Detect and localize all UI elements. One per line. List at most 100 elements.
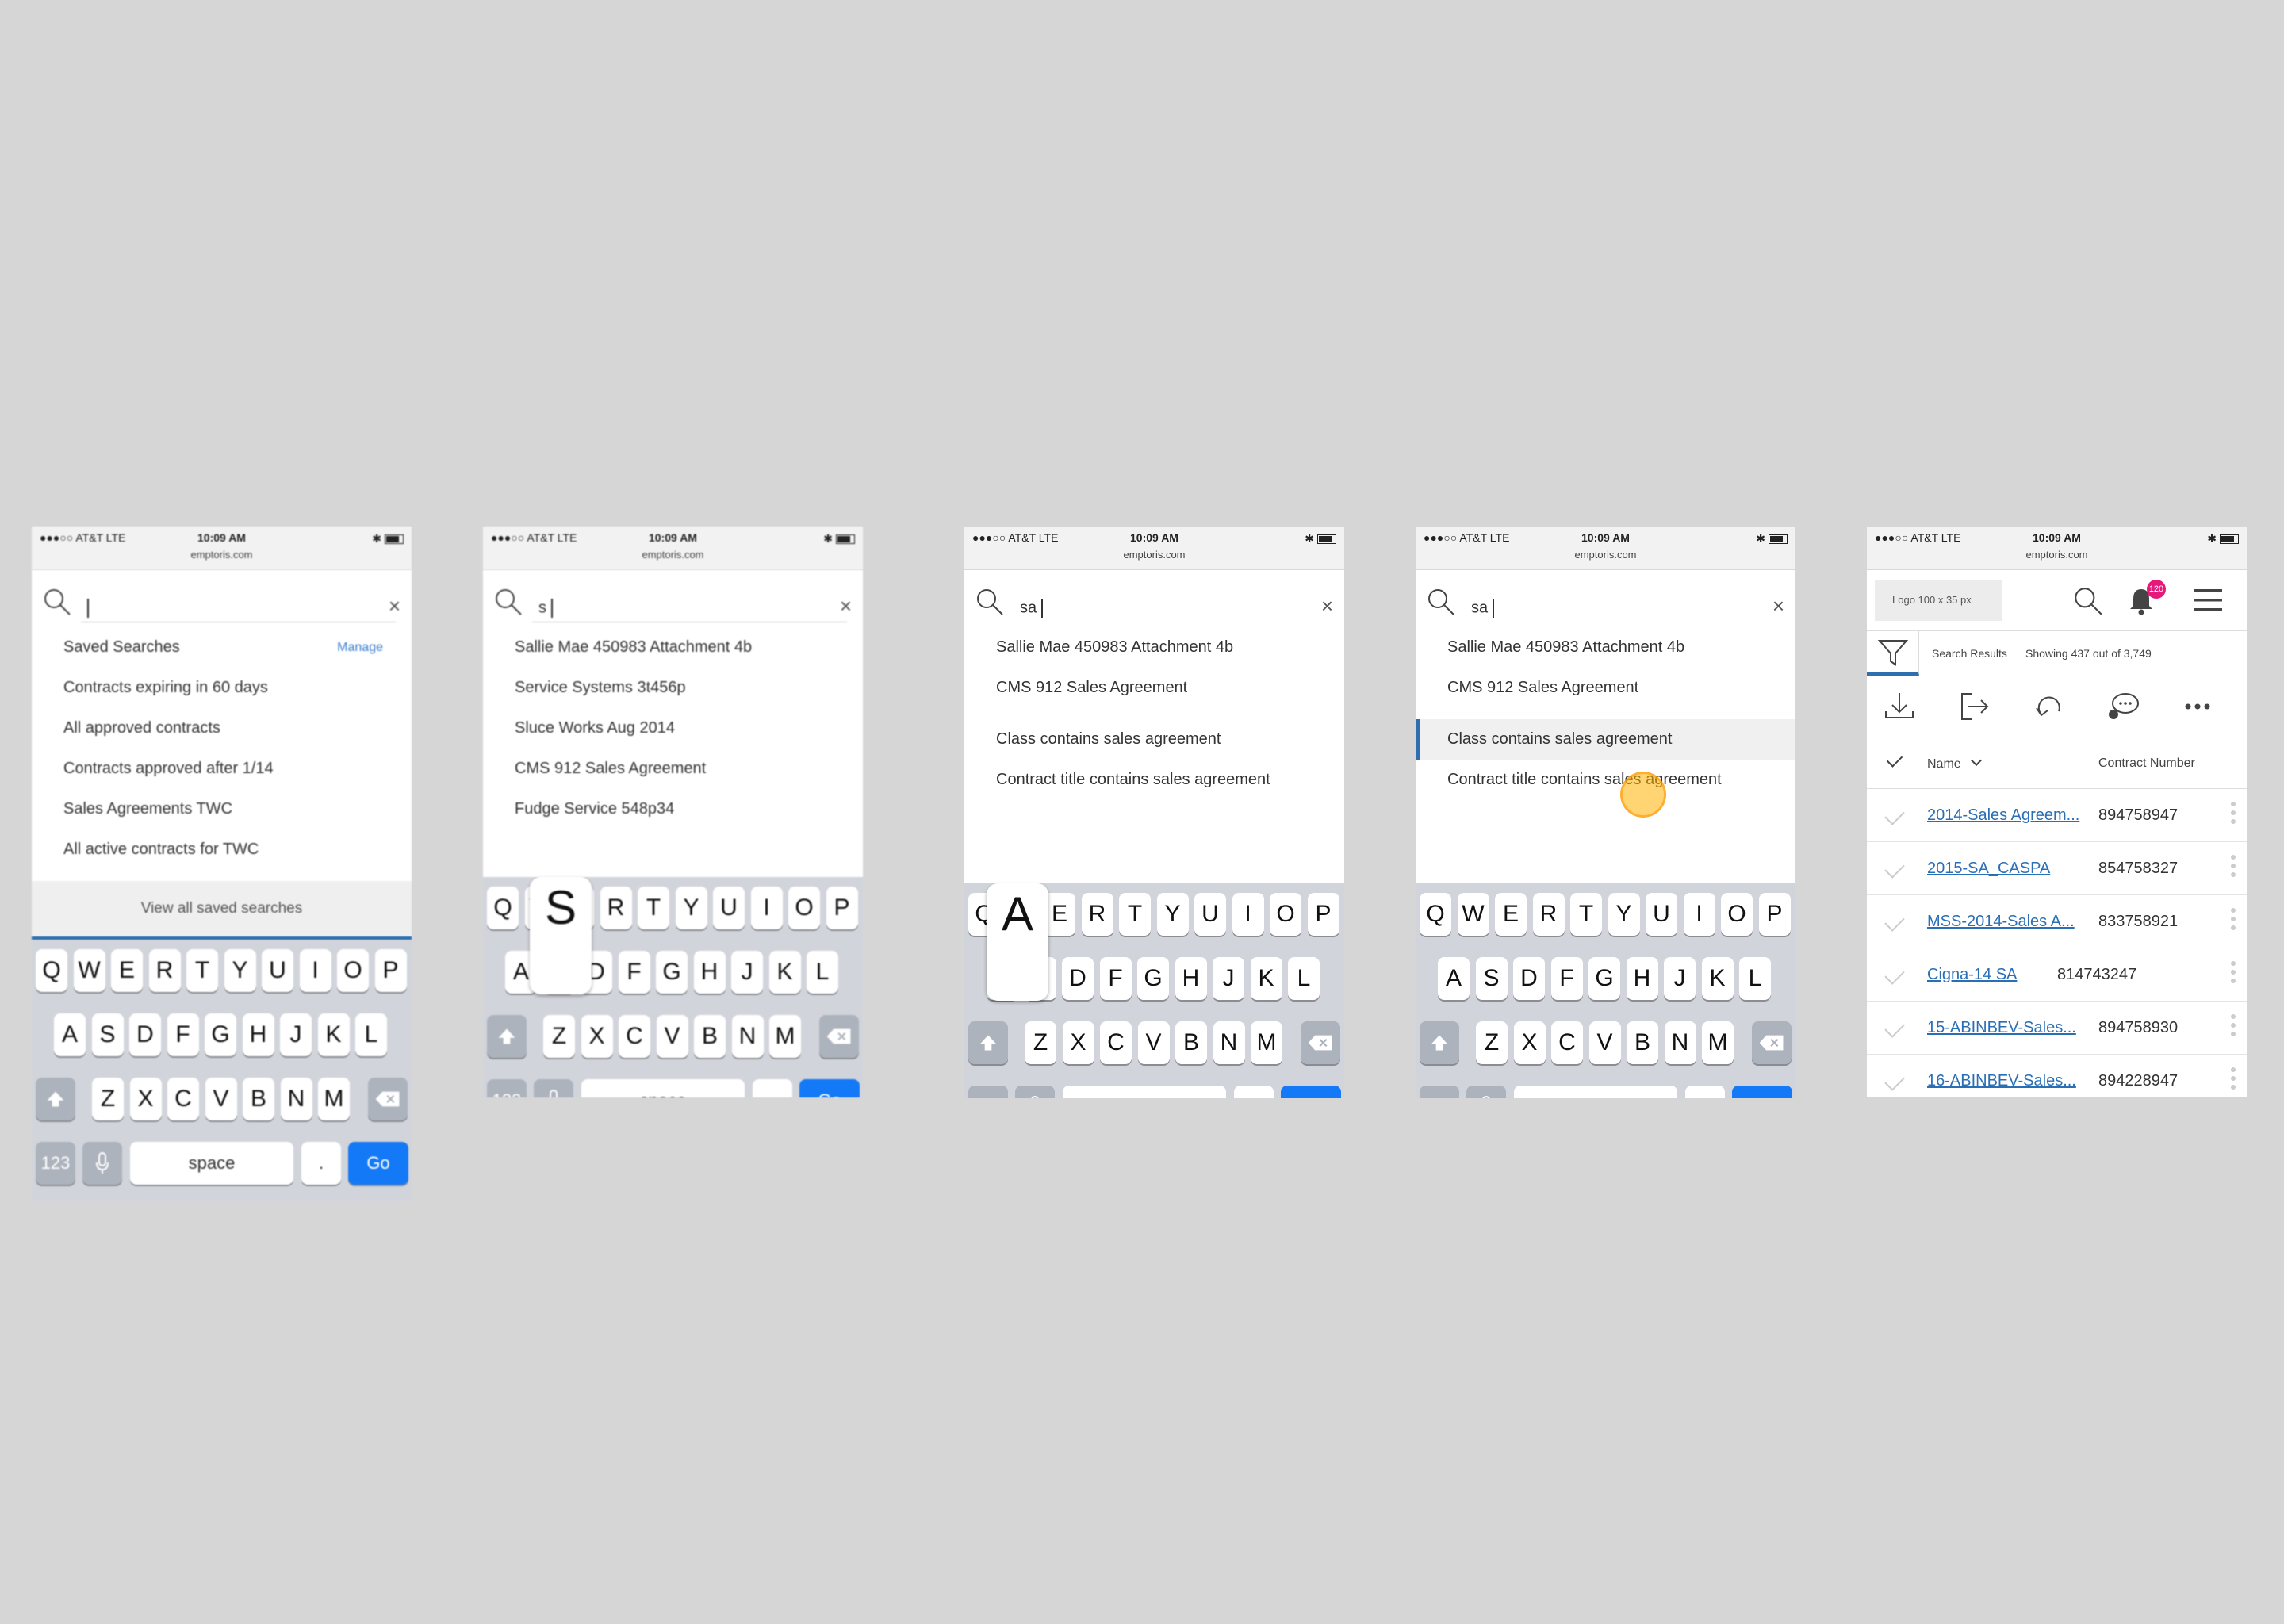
suggestion-item[interactable]: Fudge Service 548p34 <box>483 789 863 829</box>
key-f[interactable]: F <box>1550 957 1583 1000</box>
key-w[interactable]: W <box>1457 893 1489 936</box>
key-h[interactable]: H <box>1175 957 1207 1000</box>
key-f[interactable]: F <box>1099 957 1132 1000</box>
contract-name-link[interactable]: Cigna-14 SA <box>1927 966 2017 984</box>
key-m[interactable]: M <box>318 1078 350 1120</box>
saved-search-item[interactable]: All active contracts for TWC <box>32 829 412 870</box>
row-menu-icon[interactable] <box>2231 1014 2236 1043</box>
key-o[interactable]: O <box>1270 893 1301 936</box>
clear-icon[interactable]: × <box>389 594 400 619</box>
shift-key[interactable] <box>968 1021 1008 1064</box>
period-key[interactable]: . <box>1685 1086 1725 1098</box>
key-z[interactable]: Z <box>543 1015 575 1058</box>
row-checkbox[interactable] <box>1884 1071 1905 1091</box>
numbers-key[interactable]: 123 <box>1420 1086 1459 1098</box>
comment-icon[interactable] <box>2105 691 2141 722</box>
backspace-key[interactable] <box>819 1015 859 1058</box>
microphone-key[interactable] <box>1466 1086 1506 1098</box>
menu-icon[interactable] <box>2192 586 2224 615</box>
clear-icon[interactable]: × <box>1321 594 1333 619</box>
rule-suggestion[interactable]: Class contains sales agreement <box>964 719 1344 760</box>
table-row[interactable]: MSS-2014-Sales A... 833758921 <box>1867 895 2247 948</box>
key-d[interactable]: D <box>1062 957 1094 1000</box>
key-j[interactable]: J <box>1213 957 1244 1000</box>
space-key[interactable]: space <box>1063 1086 1226 1098</box>
key-v[interactable]: V <box>205 1078 237 1120</box>
space-key[interactable]: space <box>130 1142 293 1185</box>
saved-search-item[interactable]: Contracts expiring in 60 days <box>32 668 412 708</box>
suggestion-item[interactable]: Service Systems 3t456p <box>483 668 863 708</box>
microphone-key[interactable] <box>82 1142 122 1185</box>
key-y[interactable]: Y <box>1608 893 1640 936</box>
key-u[interactable]: U <box>1194 893 1226 936</box>
row-checkbox[interactable] <box>1884 964 1905 985</box>
suggestion-item[interactable]: CMS 912 Sales Agreement <box>964 668 1344 708</box>
microphone-key[interactable] <box>534 1079 573 1097</box>
contract-name-link[interactable]: MSS-2014-Sales A... <box>1927 913 2075 931</box>
key-o[interactable]: O <box>337 949 369 992</box>
contract-name-link[interactable]: 2014-Sales Agreem... <box>1927 806 2079 825</box>
key-t[interactable]: T <box>1119 893 1151 936</box>
key-x[interactable]: X <box>1062 1021 1094 1064</box>
key-k[interactable]: K <box>768 951 801 994</box>
manage-link[interactable]: Manage <box>337 627 383 668</box>
numbers-key[interactable]: 123 <box>487 1079 527 1097</box>
key-u[interactable]: U <box>1646 893 1677 936</box>
saved-search-item[interactable]: Sales Agreements TWC <box>32 789 412 829</box>
key-s[interactable]: S <box>91 1013 124 1056</box>
key-l[interactable]: L <box>355 1013 387 1056</box>
key-j[interactable]: J <box>731 951 763 994</box>
table-row[interactable]: 2015-SA_CASPA 854758327 <box>1867 842 2247 895</box>
more-icon[interactable] <box>2179 691 2216 722</box>
numbers-key[interactable]: 123 <box>968 1086 1008 1098</box>
download-icon[interactable] <box>1881 691 1918 722</box>
row-checkbox[interactable] <box>1884 858 1905 879</box>
key-k[interactable]: K <box>1250 957 1282 1000</box>
filter-button[interactable] <box>1867 631 1919 676</box>
go-key[interactable]: Go <box>1732 1086 1792 1098</box>
key-t[interactable]: T <box>186 949 218 992</box>
key-p[interactable]: P <box>1758 893 1791 936</box>
clear-icon[interactable]: × <box>840 594 852 619</box>
go-key[interactable]: Go <box>799 1079 860 1097</box>
rule-suggestion-selected[interactable]: Class contains sales agreement <box>1416 719 1795 760</box>
contract-name-link[interactable]: 15-ABINBEV-Sales... <box>1927 1019 2076 1037</box>
key-r[interactable]: R <box>1081 893 1113 936</box>
row-checkbox[interactable] <box>1884 1017 1905 1038</box>
row-checkbox[interactable] <box>1884 911 1905 932</box>
key-t[interactable]: T <box>1570 893 1602 936</box>
key-o[interactable]: O <box>788 887 820 929</box>
key-x[interactable]: X <box>129 1078 162 1120</box>
select-all-checkbox[interactable] <box>1886 751 1903 768</box>
key-g[interactable]: G <box>1137 957 1169 1000</box>
period-key[interactable]: . <box>301 1142 341 1185</box>
key-b[interactable]: B <box>1627 1021 1658 1064</box>
key-i[interactable]: I <box>1683 893 1715 936</box>
key-l[interactable]: L <box>807 951 838 994</box>
row-menu-icon[interactable] <box>2231 855 2236 883</box>
search-input[interactable]: sa <box>1020 599 1044 618</box>
key-b[interactable]: B <box>243 1078 274 1120</box>
key-f[interactable]: F <box>167 1013 199 1056</box>
go-key[interactable]: Go <box>348 1142 408 1185</box>
column-header-contract-number[interactable]: Contract Number <box>2098 756 2195 771</box>
key-w[interactable]: W <box>73 949 105 992</box>
key-e[interactable]: E <box>1495 893 1527 936</box>
contract-name-link[interactable]: 16-ABINBEV-Sales... <box>1927 1072 2076 1090</box>
key-d[interactable]: D <box>1513 957 1545 1000</box>
table-row[interactable]: 16-ABINBEV-Sales... 894228947 <box>1867 1055 2247 1097</box>
key-k[interactable]: K <box>317 1013 350 1056</box>
row-menu-icon[interactable] <box>2231 802 2236 830</box>
key-e[interactable]: E <box>111 949 143 992</box>
key-u[interactable]: U <box>713 887 745 929</box>
key-z[interactable]: Z <box>1476 1021 1508 1064</box>
search-input[interactable]: s <box>538 599 553 618</box>
key-c[interactable]: C <box>619 1015 650 1058</box>
key-n[interactable]: N <box>1664 1021 1696 1064</box>
search-input[interactable] <box>87 599 89 618</box>
key-r[interactable]: R <box>1532 893 1565 936</box>
shift-key[interactable] <box>1420 1021 1459 1064</box>
key-n[interactable]: N <box>731 1015 764 1058</box>
key-n[interactable]: N <box>280 1078 312 1120</box>
row-menu-icon[interactable] <box>2231 1067 2236 1096</box>
